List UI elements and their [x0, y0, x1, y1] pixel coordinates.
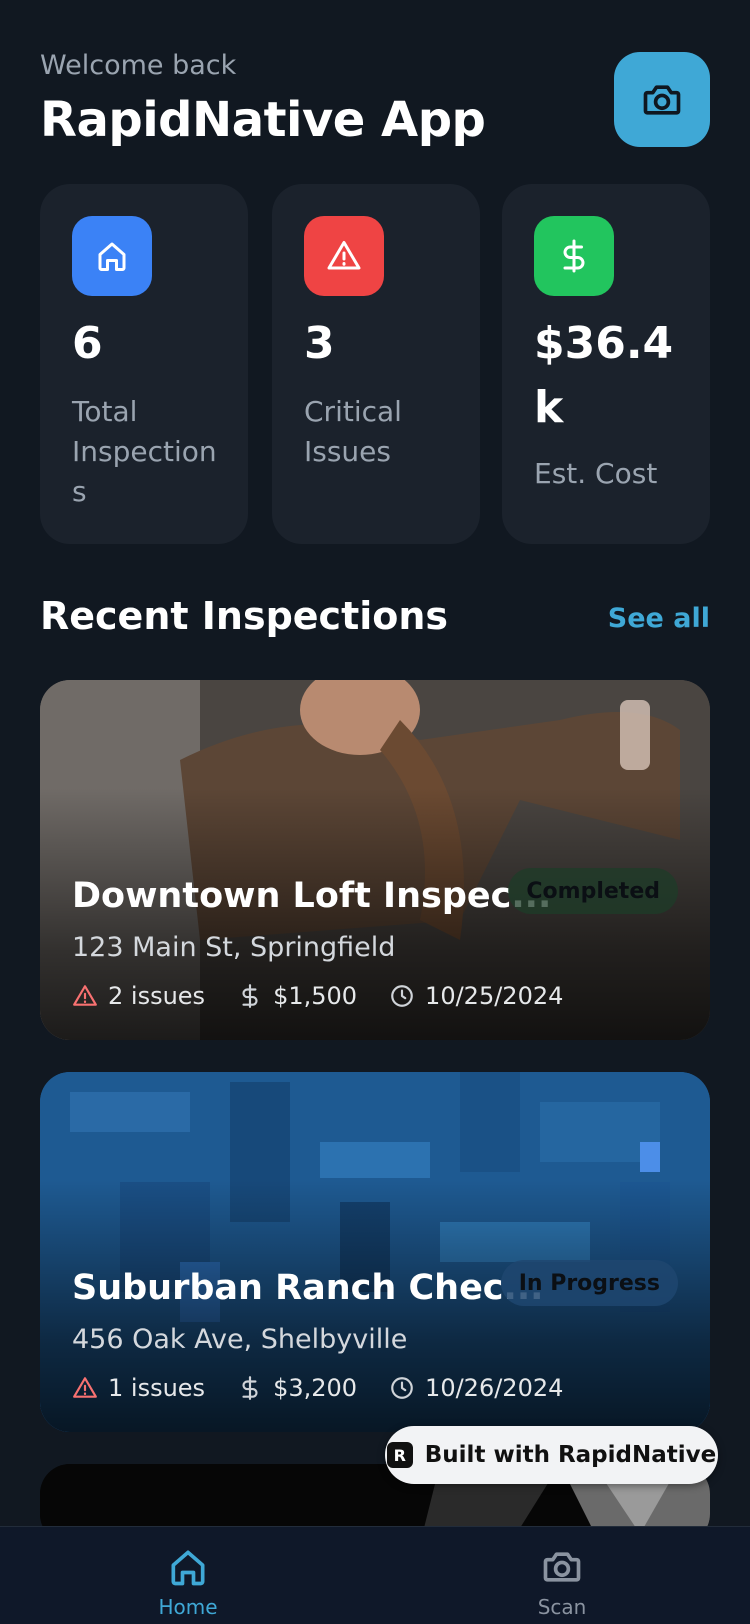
section-title: Recent Inspections	[40, 594, 449, 638]
inspection-card[interactable]: Suburban Ranch Chec... In Progress 456 O…	[40, 1072, 710, 1432]
bottom-tab-bar: Home Scan	[0, 1526, 750, 1624]
cost-meta: $3,200	[237, 1374, 357, 1402]
built-with-badge[interactable]: R Built with RapidNative	[385, 1426, 718, 1484]
issues-meta: 2 issues	[72, 982, 205, 1010]
warning-icon	[73, 985, 97, 1006]
stat-value: 3	[304, 318, 335, 369]
app-title: RapidNative App	[40, 92, 486, 148]
stat-card-est-cost: $36.4 k Est. Cost	[502, 184, 710, 544]
date-meta: 10/25/2024	[389, 982, 563, 1010]
rapidnative-logo-icon: R	[386, 1442, 413, 1468]
home-icon	[171, 1550, 205, 1586]
welcome-text: Welcome back	[40, 50, 237, 81]
inspection-card[interactable]: Downtown Loft Inspec... Completed 123 Ma…	[40, 680, 710, 1040]
stat-card-critical-issues: 3 Critical Issues	[272, 184, 480, 544]
card-title: Downtown Loft Inspec...	[72, 876, 552, 916]
camera-button[interactable]	[614, 52, 710, 147]
stat-label: Total Inspection s	[72, 395, 217, 508]
card-address: 123 Main St, Springfield	[72, 932, 396, 963]
dollar-icon	[242, 984, 258, 1008]
dollar-icon	[534, 216, 614, 296]
tab-scan[interactable]: Scan	[502, 1545, 622, 1619]
camera-icon	[543, 1552, 581, 1582]
warning-icon	[304, 216, 384, 296]
date-meta: 10/26/2024	[389, 1374, 563, 1402]
stat-card-total-inspections: 6 Total Inspection s	[40, 184, 248, 544]
status-badge: Completed	[508, 868, 678, 914]
tab-home[interactable]: Home	[128, 1545, 248, 1619]
clock-icon	[391, 985, 413, 1007]
card-address: 456 Oak Ave, Shelbyville	[72, 1324, 408, 1355]
see-all-link[interactable]: See all	[608, 603, 710, 634]
card-meta: 2 issues $1,500 10/25/2024	[72, 982, 595, 1010]
stat-value: 6	[72, 318, 103, 369]
issues-meta: 1 issues	[72, 1374, 205, 1402]
status-badge: In Progress	[500, 1260, 678, 1306]
warning-icon	[73, 1377, 97, 1398]
card-title: Suburban Ranch Chec...	[72, 1268, 544, 1308]
stat-value: $36.4 k	[534, 318, 674, 433]
home-icon	[72, 216, 152, 296]
clock-icon	[391, 1377, 413, 1399]
stat-label: Critical Issues	[304, 395, 402, 468]
card-meta: 1 issues $3,200 10/26/2024	[72, 1374, 595, 1402]
tab-label: Home	[158, 1595, 218, 1619]
cost-meta: $1,500	[237, 982, 357, 1010]
dollar-icon	[242, 1376, 258, 1400]
tab-label: Scan	[537, 1595, 587, 1619]
stat-label: Est. Cost	[534, 457, 658, 490]
camera-icon	[643, 84, 681, 115]
